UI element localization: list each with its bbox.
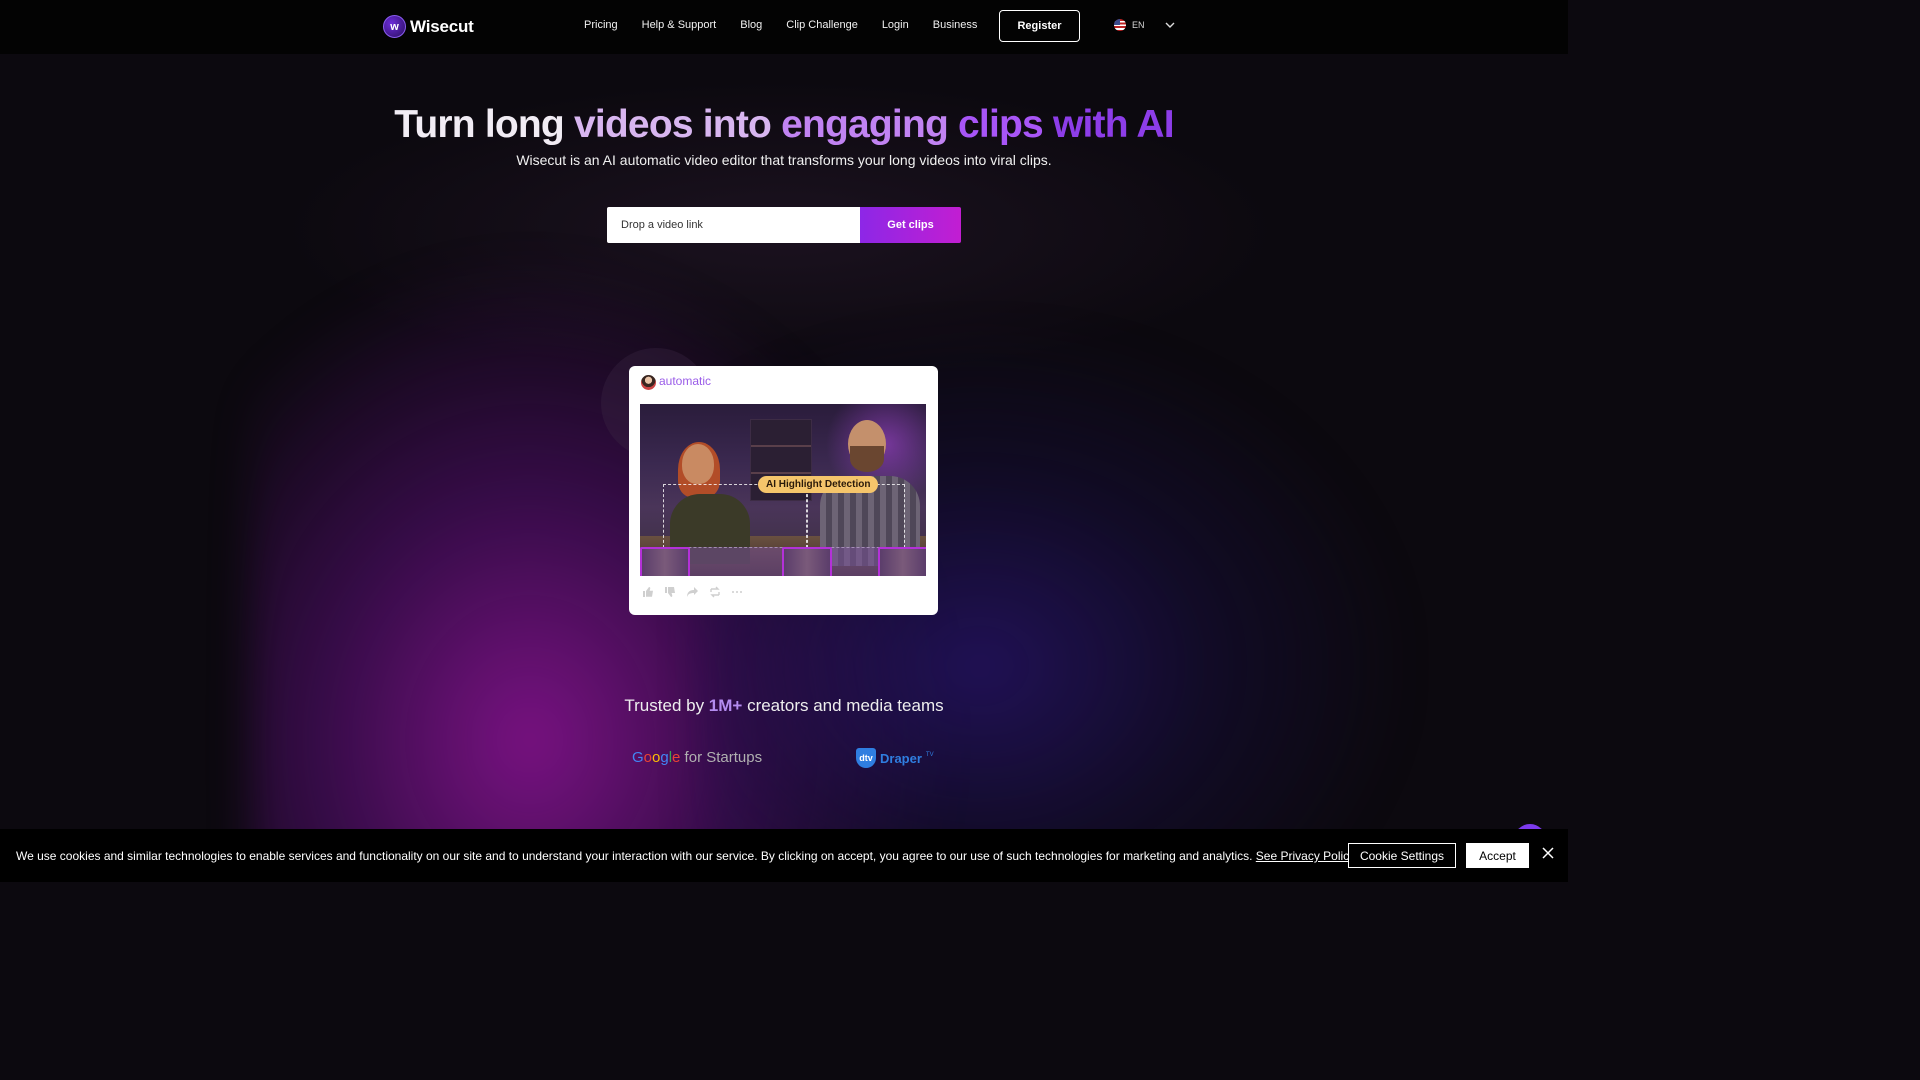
logo[interactable]: w Wisecut: [383, 15, 474, 38]
draper-tv-label: TV: [925, 752, 934, 758]
draper-label: Draper: [880, 750, 922, 766]
headline-part: engaging: [781, 103, 959, 146]
highlight-thumbnail: [782, 547, 832, 576]
highlight-thumbnail: [878, 547, 926, 576]
demo-video-card: automatic AI Highlight Detection: [629, 366, 938, 615]
cookie-settings-button[interactable]: Cookie Settings: [1348, 843, 1456, 868]
nav-link-pricing[interactable]: Pricing: [584, 19, 618, 31]
language-label: EN: [1132, 20, 1145, 30]
video-actions: [642, 586, 743, 598]
us-flag-icon: [1114, 19, 1126, 31]
highlight-thumbnail: [640, 547, 690, 576]
nav-link-business[interactable]: Business: [933, 19, 978, 31]
trusted-prefix: Trusted by: [624, 696, 709, 715]
share-icon: [687, 587, 698, 597]
draper-tv-logo: dtv Draper TV: [856, 748, 934, 768]
nav-link-blog[interactable]: Blog: [740, 19, 762, 31]
highlight-box: [806, 484, 905, 548]
remix-icon: [710, 586, 720, 598]
video-link-form: Get clips: [607, 207, 961, 243]
privacy-policy-link[interactable]: See Privacy Policy: [1256, 849, 1355, 863]
thumbs-down-icon: [665, 587, 675, 597]
language-selector[interactable]: EN: [1114, 19, 1175, 31]
automatic-tag: automatic: [657, 374, 718, 388]
trusted-count: 1M+: [708, 696, 743, 715]
nav-links: Pricing Help & Support Blog Clip Challen…: [584, 19, 977, 31]
video-link-input[interactable]: [607, 207, 860, 243]
chevron-down-icon: [1165, 22, 1175, 28]
accept-cookies-button[interactable]: Accept: [1466, 843, 1529, 868]
trusted-by-heading: Trusted by 1M+ creators and media teams: [0, 696, 1568, 716]
cookie-banner: We use cookies and similar technologies …: [0, 829, 1568, 882]
headline-part: clips: [958, 103, 1053, 146]
avatar: [641, 375, 656, 390]
hero-subheadline: Wisecut is an AI automatic video editor …: [516, 152, 1052, 168]
nav-link-clip-challenge[interactable]: Clip Challenge: [786, 19, 858, 31]
headline-part: videos into: [573, 103, 782, 146]
top-navbar: w Wisecut Pricing Help & Support Blog Cl…: [0, 0, 1568, 54]
demo-video: AI Highlight Detection: [640, 404, 926, 576]
cookie-message: We use cookies and similar technologies …: [16, 849, 1356, 863]
trusted-suffix: creators and media teams: [742, 696, 944, 715]
close-icon[interactable]: [1541, 846, 1555, 860]
headline-part: Turn long: [394, 103, 574, 146]
hero-headline: Turn long videos into engaging clips wit…: [0, 103, 1568, 147]
register-button[interactable]: Register: [999, 10, 1080, 42]
get-clips-button[interactable]: Get clips: [860, 207, 961, 243]
more-icon: [732, 591, 742, 593]
highlight-box: [663, 484, 808, 548]
draper-shield-icon: dtv: [856, 748, 876, 768]
nav-link-help-support[interactable]: Help & Support: [642, 19, 717, 31]
wisecut-logo-icon: w: [383, 15, 406, 38]
headline-part: with AI: [1052, 103, 1175, 146]
ai-highlight-badge: AI Highlight Detection: [758, 476, 879, 493]
logo-text: Wisecut: [410, 16, 474, 36]
google-for-startups-logo: Google for Startups: [632, 749, 763, 766]
nav-link-login[interactable]: Login: [882, 19, 909, 31]
thumbs-up-icon: [643, 587, 653, 597]
